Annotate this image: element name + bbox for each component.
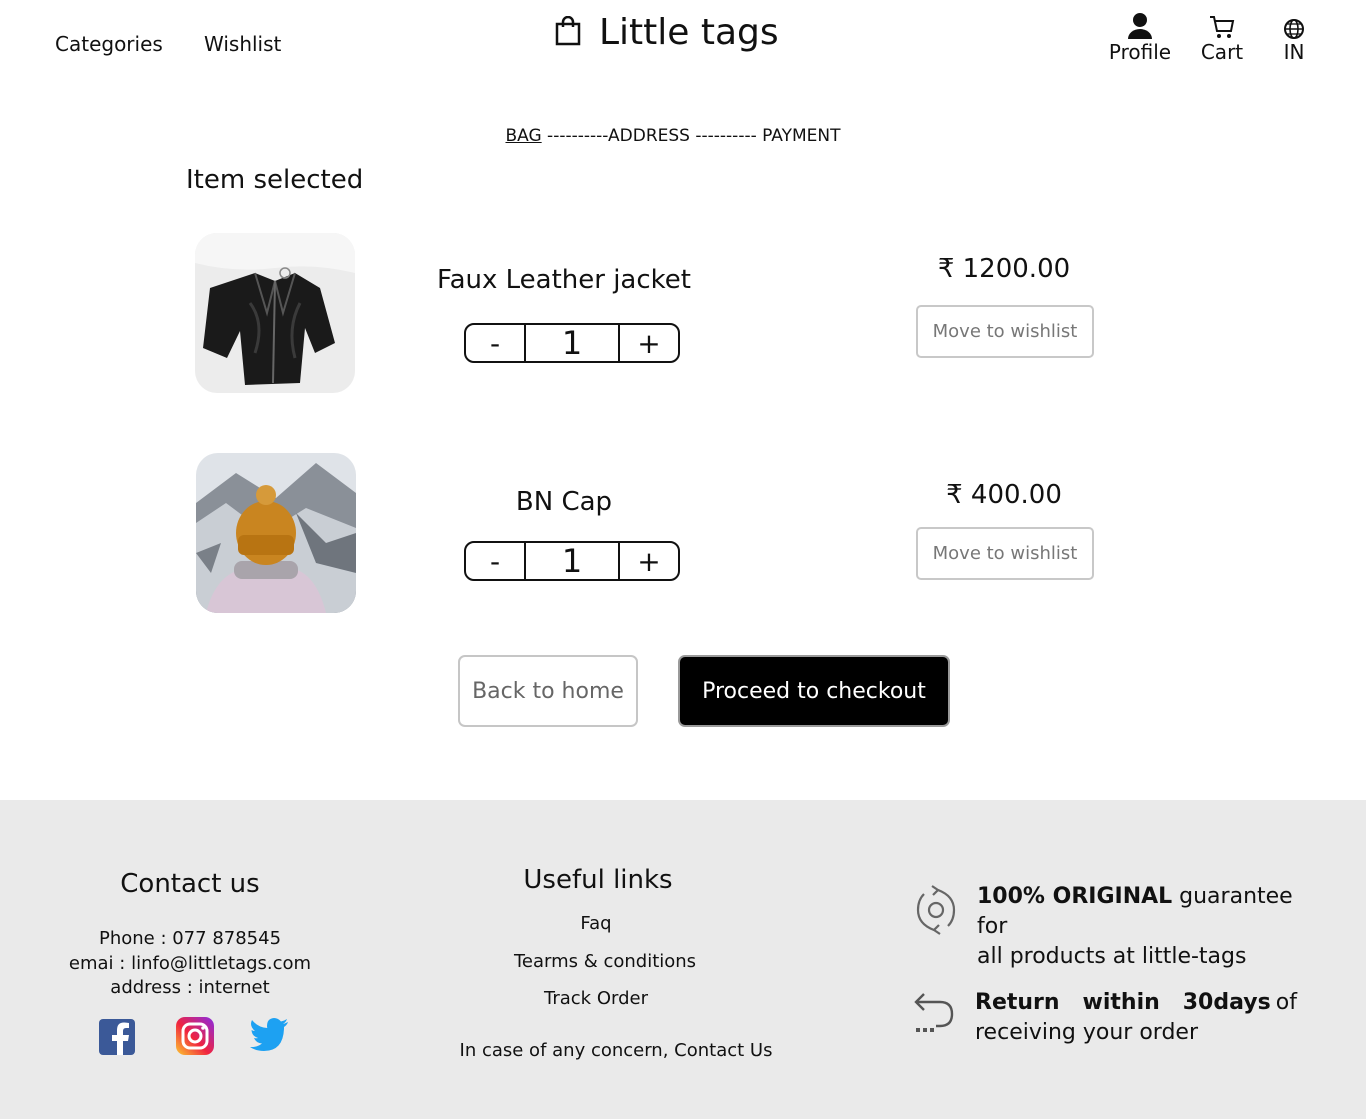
checkout-steps: BAG ----------ADDRESS ---------- PAYMENT [0, 126, 1346, 146]
link-track-order[interactable]: Track Order [446, 988, 746, 1009]
contact-phone: Phone : 077 878545 [98, 928, 282, 949]
quantity-value[interactable]: 1 [524, 324, 620, 362]
proceed-to-checkout-button[interactable]: Proceed to checkout [678, 655, 950, 727]
promo-text: receiving your order [975, 1020, 1198, 1045]
increase-button[interactable]: + [620, 325, 678, 361]
contact-address: address : internet [110, 977, 270, 998]
nav-categories[interactable]: Categories [55, 32, 163, 56]
user-icon [1127, 12, 1153, 40]
promo-bold: Return within 30days [975, 990, 1271, 1015]
profile-button[interactable]: Profile [1108, 12, 1172, 64]
move-to-wishlist-button[interactable]: Move to wishlist [916, 305, 1094, 358]
decrease-button[interactable]: - [466, 543, 524, 579]
quantity-stepper: - 1 + [464, 323, 680, 363]
promo-text: of [1275, 990, 1297, 1015]
promo-bold: 100% ORIGINAL [977, 884, 1173, 909]
contact-title: Contact us [120, 869, 260, 899]
link-terms[interactable]: Tearms & conditions [455, 951, 755, 972]
twitter-icon[interactable] [250, 1017, 290, 1057]
profile-label: Profile [1108, 40, 1172, 64]
return-policy-text: Return within 30days of receiving your o… [975, 988, 1297, 1048]
price-value: 1200.00 [962, 254, 1071, 284]
facebook-icon[interactable] [99, 1019, 135, 1059]
contact-us-note[interactable]: In case of any concern, Contact Us [430, 1040, 802, 1061]
cart-button[interactable]: Cart [1198, 14, 1246, 64]
quantity-stepper: - 1 + [464, 541, 680, 581]
section-title: Item selected [186, 165, 364, 195]
product-image-jacket[interactable] [195, 233, 355, 393]
useful-links-title: Useful links [523, 865, 673, 895]
product-name: Faux Leather jacket [437, 265, 691, 295]
step-rest: ----------ADDRESS ---------- PAYMENT [541, 126, 841, 146]
cart-icon [1209, 14, 1235, 40]
rupee-icon: ₹ [937, 254, 955, 284]
rupee-icon: ₹ [946, 480, 963, 510]
move-to-wishlist-button[interactable]: Move to wishlist [916, 527, 1094, 580]
original-guarantee-icon [914, 884, 958, 940]
nav-wishlist[interactable]: Wishlist [204, 32, 281, 56]
product-image-cap[interactable] [196, 453, 356, 613]
quantity-value[interactable]: 1 [524, 542, 620, 580]
increase-button[interactable]: + [620, 543, 678, 579]
link-faq[interactable]: Faq [446, 913, 746, 934]
shopping-bag-icon [555, 15, 581, 50]
promo-text: all products at little-tags [977, 944, 1247, 969]
return-icon [912, 990, 956, 1038]
globe-icon [1283, 18, 1305, 40]
instagram-icon[interactable] [176, 1017, 214, 1059]
price-value: 400.00 [970, 480, 1062, 510]
brand-name: Little tags [599, 12, 779, 53]
cart-label: Cart [1200, 40, 1244, 64]
back-to-home-button[interactable]: Back to home [458, 655, 638, 727]
product-price: ₹ 400.00 [914, 480, 1094, 510]
region-button[interactable]: IN [1276, 18, 1312, 64]
brand-logo[interactable]: Little tags [555, 12, 779, 53]
product-name: BN Cap [515, 487, 613, 517]
contact-email[interactable]: emai : linfo@littletags.com [0, 953, 380, 974]
original-guarantee-text: 100% ORIGINAL guarantee for all products… [977, 882, 1302, 972]
region-label: IN [1283, 40, 1305, 64]
decrease-button[interactable]: - [466, 325, 524, 361]
step-bag[interactable]: BAG [505, 126, 541, 146]
product-price: ₹ 1200.00 [914, 254, 1094, 284]
